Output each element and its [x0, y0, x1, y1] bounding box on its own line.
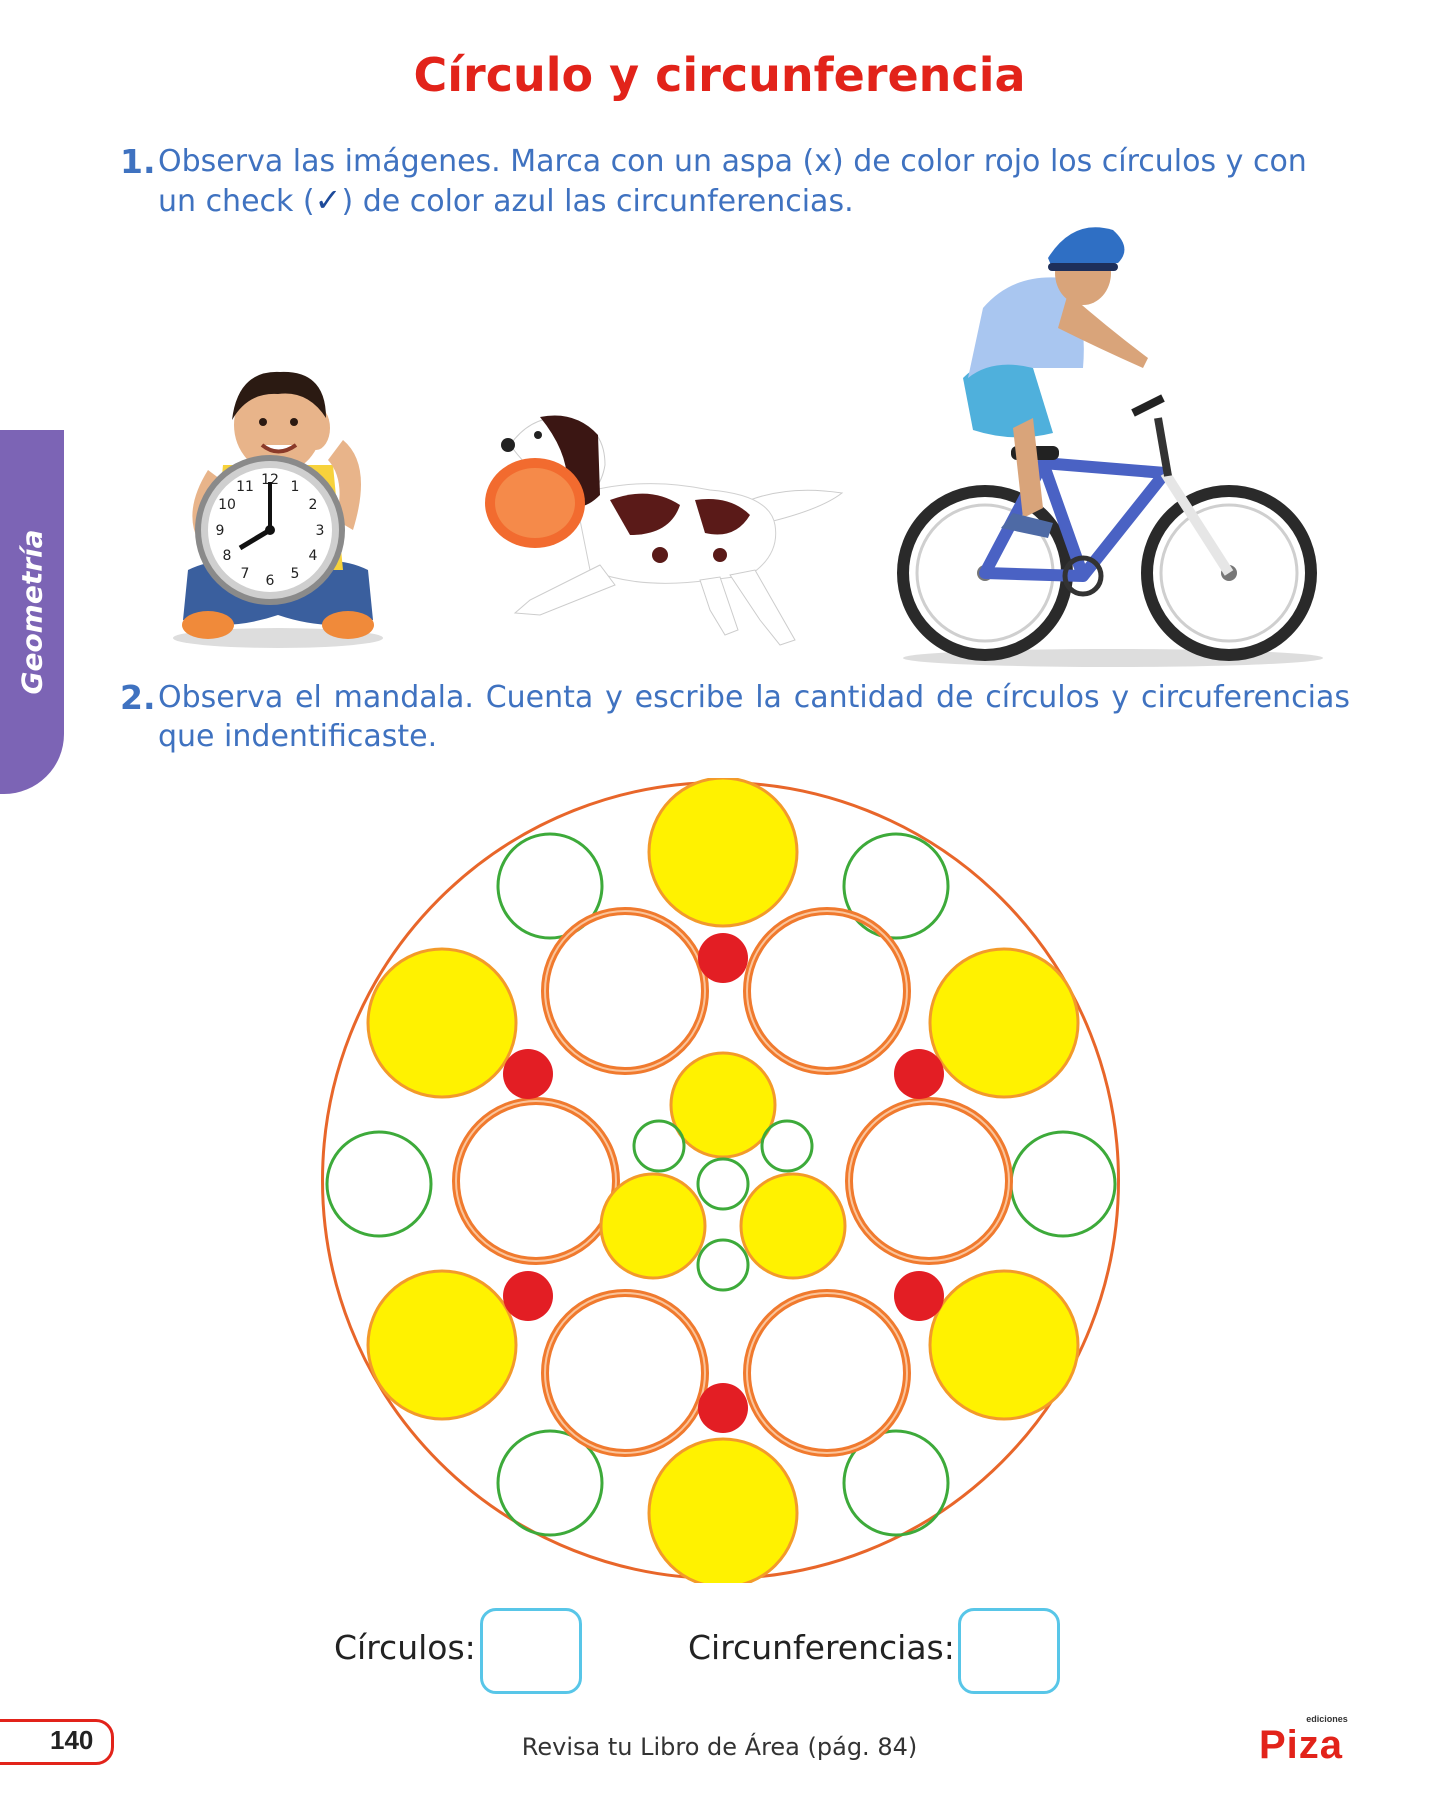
clock-number: 9	[216, 523, 225, 539]
dog-with-frisbee-image	[485, 415, 844, 646]
question-1-text-part2: ) de color azul las circunferencias.	[341, 184, 854, 219]
question-2-text: Observa el mandala. Cuenta y escribe la …	[158, 680, 1350, 754]
red-dot	[698, 1383, 748, 1433]
clock-number: 11	[236, 479, 254, 495]
circumferences-label: Circunferencias:	[688, 1628, 955, 1667]
clock-number: 10	[218, 497, 236, 513]
question-2: 2. Observa el mandala. Cuenta y escribe …	[120, 678, 1350, 756]
red-dot-circles	[503, 933, 944, 1433]
yellow-circle	[928, 947, 1080, 1099]
yellow-circle	[647, 778, 799, 928]
green-circumference	[842, 832, 950, 940]
red-dot	[503, 1271, 553, 1321]
check-mark-icon: ✓	[314, 181, 342, 219]
green-circumference	[696, 1157, 750, 1211]
wall-clock-icon: 12 1 2 3 4 5 6 7 8 9 10 11	[195, 455, 345, 605]
frisbee-icon	[485, 458, 585, 548]
yellow-circle	[669, 1051, 777, 1159]
red-dot	[894, 1271, 944, 1321]
boy-with-clock-image: 12 1 2 3 4 5 6 7 8 9 10 11	[173, 371, 383, 648]
circles-answer-box[interactable]	[480, 1608, 582, 1694]
answers-row: Círculos: Circunferencias:	[0, 1608, 1439, 1694]
clock-number: 3	[316, 523, 325, 539]
boy-on-bicycle-image	[897, 227, 1323, 667]
section-side-tab: Geometría	[0, 430, 64, 794]
question-2-number: 2.	[120, 678, 156, 717]
large-yellow-circles	[366, 778, 1080, 1583]
clock-number: 6	[266, 573, 275, 589]
yellow-circle	[366, 947, 518, 1099]
logo-brand-text: Piza	[1259, 1723, 1343, 1762]
piza-logo: ediciones Piza	[1259, 1714, 1348, 1762]
yellow-circle	[366, 1269, 518, 1421]
question-1-text: Observa las imágenes. Marca con un aspa …	[158, 142, 1350, 221]
clock-number: 4	[309, 548, 318, 564]
page-title: Círculo y circunferencia	[413, 48, 1026, 102]
clock-number: 1	[291, 479, 300, 495]
clock-number: 7	[241, 566, 250, 582]
clock-number: 5	[291, 566, 300, 582]
green-circumference	[1009, 1130, 1117, 1238]
circumferences-answer-box[interactable]	[958, 1608, 1060, 1694]
red-dot	[894, 1049, 944, 1099]
red-dot	[503, 1049, 553, 1099]
green-circumference	[632, 1119, 686, 1173]
green-circumference	[760, 1119, 814, 1173]
yellow-circle	[599, 1172, 707, 1280]
yellow-circle	[647, 1437, 799, 1583]
clock-number: 2	[309, 497, 318, 513]
red-dot	[698, 933, 748, 983]
yellow-circle	[739, 1172, 847, 1280]
mandala-figure	[321, 778, 1120, 1583]
small-yellow-circles	[599, 1051, 847, 1280]
orange-ring-circumferences	[452, 907, 1013, 1457]
question-1-number: 1.	[120, 142, 156, 181]
section-side-tab-label: Geometría	[15, 529, 49, 695]
clock-number: 8	[223, 548, 232, 564]
green-circumference	[696, 1238, 750, 1292]
question-1: 1. Observa las imágenes. Marca con un as…	[120, 142, 1350, 221]
circles-label: Círculos:	[334, 1628, 476, 1667]
green-circumference	[325, 1130, 433, 1238]
yellow-circle	[928, 1269, 1080, 1421]
footer-note: Revisa tu Libro de Área (pág. 84)	[521, 1733, 918, 1761]
